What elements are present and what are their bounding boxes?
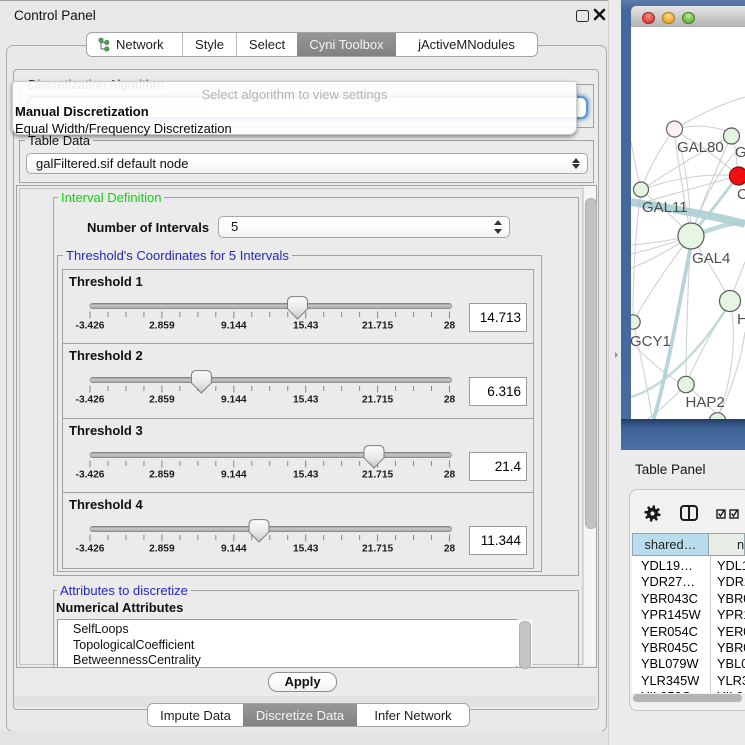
svg-text:21.715: 21.715 <box>362 395 393 406</box>
svg-text:H: H <box>737 311 745 328</box>
svg-text:C: C <box>737 186 745 203</box>
svg-text:G: G <box>735 144 745 161</box>
svg-text:-3.426: -3.426 <box>76 321 105 332</box>
svg-text:15.43: 15.43 <box>293 395 319 406</box>
svg-text:9.144: 9.144 <box>221 469 247 480</box>
svg-text:15.43: 15.43 <box>293 321 319 332</box>
svg-text:9.144: 9.144 <box>221 321 247 332</box>
svg-text:21.715: 21.715 <box>362 469 393 480</box>
svg-text:15.43: 15.43 <box>293 469 319 480</box>
svg-text:15.43: 15.43 <box>293 544 319 555</box>
svg-text:2.859: 2.859 <box>149 469 175 480</box>
svg-text:HAP2: HAP2 <box>686 394 725 411</box>
svg-text:9.144: 9.144 <box>221 544 247 555</box>
svg-text:2.859: 2.859 <box>149 321 175 332</box>
svg-text:-3.426: -3.426 <box>76 395 105 406</box>
svg-text:-3.426: -3.426 <box>76 469 105 480</box>
svg-text:28: 28 <box>444 544 456 555</box>
svg-text:GAL11: GAL11 <box>642 199 688 216</box>
svg-text:-3.426: -3.426 <box>76 544 105 555</box>
svg-text:28: 28 <box>444 321 456 332</box>
svg-text:GAL4: GAL4 <box>692 250 730 267</box>
svg-text:21.715: 21.715 <box>362 321 393 332</box>
svg-text:28: 28 <box>444 469 456 480</box>
svg-text:2.859: 2.859 <box>149 544 175 555</box>
svg-text:2.859: 2.859 <box>149 395 175 406</box>
svg-text:GAL80: GAL80 <box>677 139 724 156</box>
svg-text:21.715: 21.715 <box>362 544 393 555</box>
svg-text:9.144: 9.144 <box>221 395 247 406</box>
svg-text:GCY1: GCY1 <box>631 333 671 350</box>
svg-text:28: 28 <box>444 395 456 406</box>
